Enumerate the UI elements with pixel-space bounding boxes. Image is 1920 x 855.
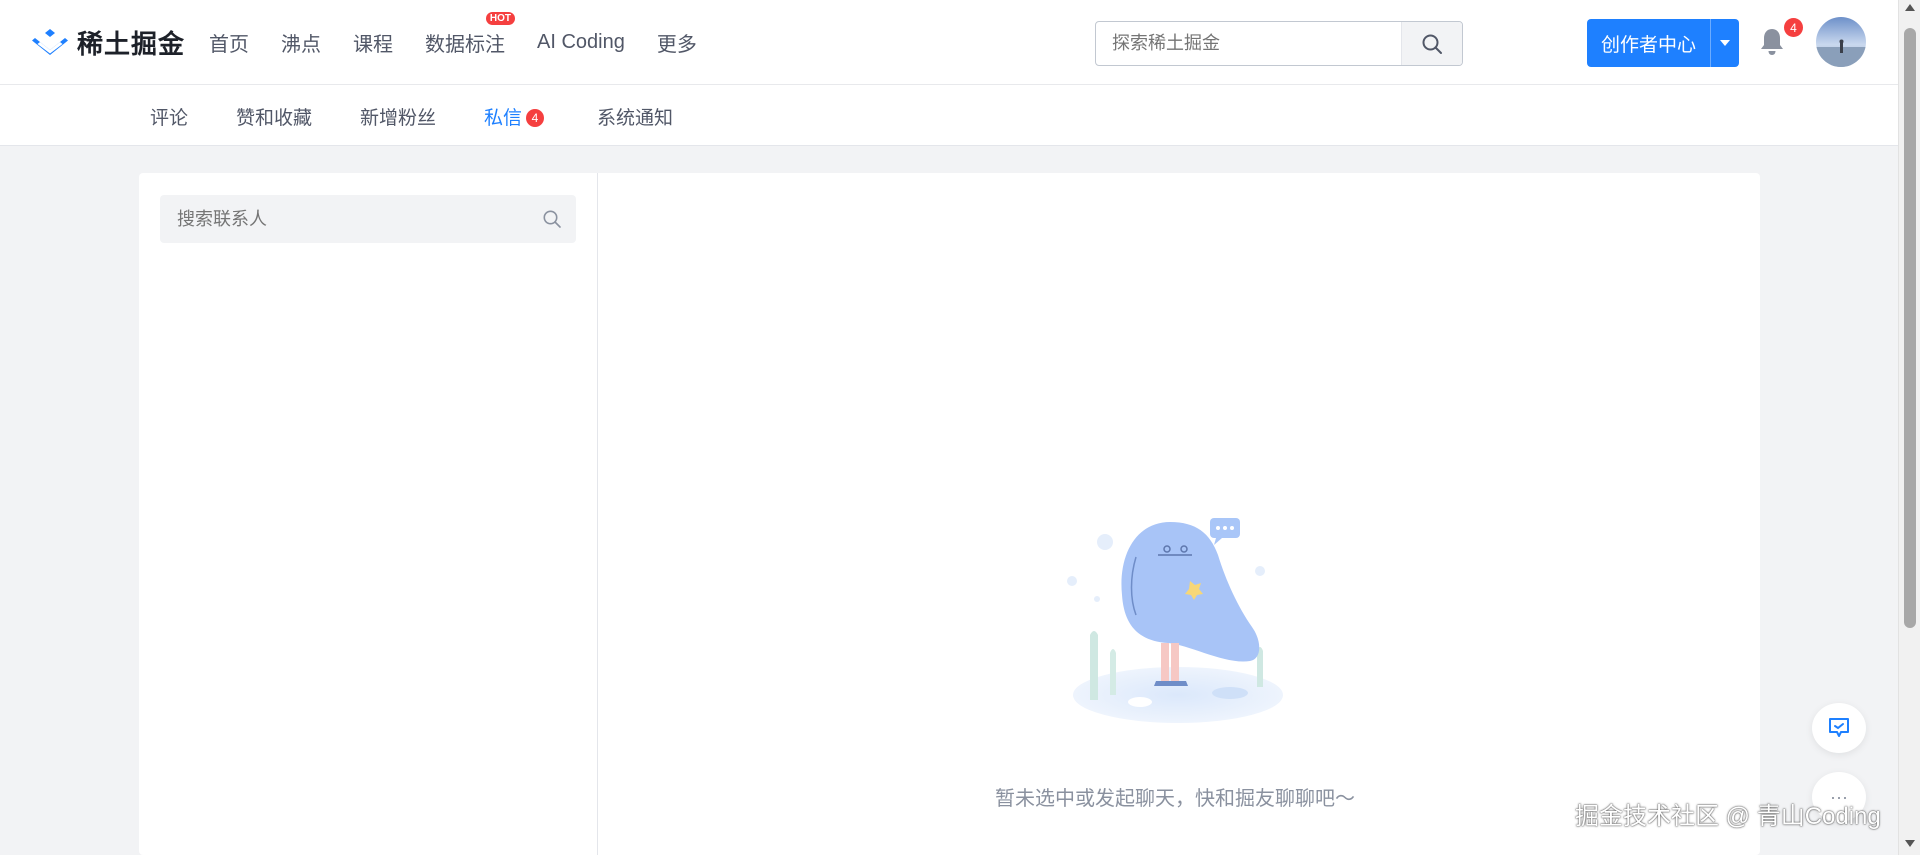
nav-item-home[interactable]: 首页	[209, 28, 249, 57]
avatar-image	[1816, 17, 1866, 67]
main-nav: 首页 沸点 课程 数据标注 HOT AI Coding 更多	[209, 0, 729, 84]
tab-system-notices[interactable]: 系统通知	[597, 103, 673, 130]
logo-text: 稀土掘金	[77, 28, 186, 59]
tab-messages-label: 私信	[484, 108, 523, 129]
search-input[interactable]	[1096, 22, 1396, 65]
nav-item-courses[interactable]: 课程	[353, 28, 393, 57]
hot-badge: HOT	[485, 11, 515, 25]
contacts-column	[139, 173, 598, 855]
messages-panel	[139, 173, 1760, 855]
logo[interactable]: 稀土掘金	[31, 24, 185, 60]
notification-button[interactable]	[1758, 27, 1786, 62]
creator-dropdown[interactable]	[1711, 19, 1739, 67]
nav-item-pins[interactable]: 沸点	[281, 28, 321, 57]
tab-comments[interactable]: 评论	[150, 103, 188, 130]
tab-likes-favorites[interactable]: 赞和收藏	[236, 103, 312, 130]
scrollbar-thumb[interactable]	[1904, 28, 1916, 628]
tab-messages[interactable]: 私信 4	[484, 103, 545, 130]
creator-center-label[interactable]: 创作者中心	[1587, 19, 1711, 67]
nav-item-ai-coding[interactable]: AI Coding	[537, 31, 625, 54]
feedback-button[interactable]	[1812, 703, 1866, 753]
contact-search-input[interactable]	[160, 195, 530, 243]
juejin-logo-icon	[32, 29, 68, 55]
page-scrollbar[interactable]	[1898, 0, 1920, 855]
scroll-up-arrow-icon[interactable]	[1905, 4, 1915, 11]
messages-count-badge: 4	[526, 109, 545, 127]
nav-item-more[interactable]: 更多	[657, 28, 697, 57]
notification-tabs: 评论 赞和收藏 新增粉丝 私信 4 系统通知	[0, 85, 1898, 146]
search-button[interactable]	[1401, 22, 1462, 65]
user-avatar[interactable]	[1816, 17, 1866, 67]
chat-feedback-icon	[1829, 718, 1849, 737]
site-search	[1095, 21, 1463, 66]
creator-center-button[interactable]: 创作者中心	[1587, 19, 1739, 67]
search-icon[interactable]	[542, 209, 562, 229]
caret-down-icon	[1720, 40, 1730, 46]
nav-item-data-annotation[interactable]: 数据标注 HOT	[425, 11, 515, 57]
notification-badge: 4	[1784, 18, 1803, 37]
empty-chat-message: 暂未选中或发起聊天，快和掘友聊聊吧～	[995, 788, 1355, 810]
scroll-down-arrow-icon[interactable]	[1905, 840, 1915, 847]
contact-search	[160, 195, 576, 243]
empty-chat-illustration	[1067, 518, 1283, 723]
bell-icon	[1761, 29, 1783, 55]
nav-item-label: 数据标注	[425, 33, 505, 56]
search-icon	[1422, 34, 1442, 54]
top-header: 稀土掘金 首页 沸点 课程 数据标注 HOT AI Coding 更多 创作者中…	[0, 0, 1898, 85]
tab-new-followers[interactable]: 新增粉丝	[360, 103, 436, 130]
watermark: 掘金技术社区 @ 青山Coding	[1575, 803, 1881, 830]
